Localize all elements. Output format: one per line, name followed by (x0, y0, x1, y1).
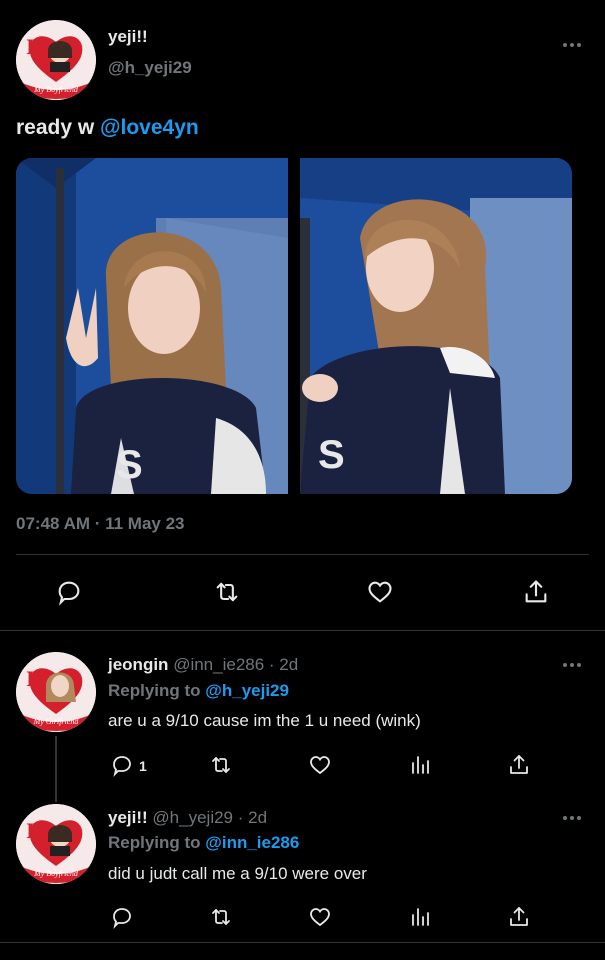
reply-author-meta[interactable]: @h_yeji29 · 2d (152, 808, 267, 827)
author-handle[interactable]: @h_yeji29 (108, 58, 192, 78)
author-name[interactable]: yeji!! (108, 27, 148, 47)
reply-author-name[interactable]: jeongin (108, 655, 168, 674)
tweet-text-prefix: ready w (16, 116, 101, 139)
svg-text:I: I (26, 34, 35, 59)
reply-header: jeongin @inn_ie286 · 2d (108, 655, 298, 675)
reply-text: are u a 9/10 cause im the 1 u need (wink… (108, 711, 421, 730)
svg-text:I: I (26, 666, 35, 691)
replying-to-text: Replying to (108, 681, 206, 700)
replying-to-text: Replying to (108, 833, 206, 852)
avatar-badge-text: My Boyfriend (33, 85, 79, 94)
reply-icon[interactable] (55, 578, 83, 606)
retweet-icon[interactable] (209, 753, 233, 777)
replying-to-mention-link[interactable]: @h_yeji29 (205, 681, 289, 700)
reply-icon[interactable] (110, 905, 134, 929)
reply-header: yeji!! @h_yeji29 · 2d (108, 808, 267, 828)
divider (0, 942, 605, 943)
analytics-icon[interactable] (408, 753, 432, 777)
retweet-icon[interactable] (213, 578, 241, 606)
like-icon[interactable] (366, 578, 394, 606)
share-icon[interactable] (507, 905, 531, 929)
thread-connector-line (55, 736, 57, 802)
author-avatar[interactable]: I My Boyfriend (16, 20, 96, 100)
svg-text:S: S (318, 433, 345, 477)
tweet-photo-1[interactable]: S (16, 158, 288, 494)
avatar-badge-text: My Boyfriend (33, 869, 79, 878)
tweet-text: ready w @love4yn (16, 116, 199, 140)
divider (16, 554, 589, 555)
reply-text: did u judt call me a 9/10 were over (108, 864, 367, 883)
replying-to-mention-link[interactable]: @inn_ie286 (205, 833, 299, 852)
tweet-timestamp[interactable]: 07:48 AM · 11 May 23 (16, 514, 185, 534)
replying-to-label: Replying to @inn_ie286 (108, 833, 299, 853)
more-options-icon[interactable] (561, 661, 583, 669)
replying-to-label: Replying to @h_yeji29 (108, 681, 289, 701)
share-icon[interactable] (507, 753, 531, 777)
svg-text:S: S (116, 443, 143, 487)
reply-avatar[interactable]: I My Girlfriend (16, 652, 96, 732)
reply-icon[interactable] (110, 753, 134, 777)
share-icon[interactable] (522, 578, 550, 606)
retweet-icon[interactable] (209, 905, 233, 929)
tweet-photo-2[interactable]: S (300, 158, 572, 494)
avatar-badge-text: My Girlfriend (33, 717, 80, 726)
analytics-icon[interactable] (408, 905, 432, 929)
divider (0, 630, 605, 631)
reply-author-meta[interactable]: @inn_ie286 · 2d (173, 655, 298, 674)
reply-avatar[interactable]: I My Boyfriend (16, 804, 96, 884)
reply-author-name[interactable]: yeji!! (108, 808, 148, 827)
tweet-mention-link[interactable]: @love4yn (100, 116, 199, 139)
more-options-icon[interactable] (561, 41, 583, 49)
like-icon[interactable] (308, 905, 332, 929)
like-icon[interactable] (308, 753, 332, 777)
svg-text:I: I (26, 818, 35, 843)
more-options-icon[interactable] (561, 814, 583, 822)
reply-count: 1 (139, 758, 147, 774)
tweet-media: S S (16, 158, 572, 494)
